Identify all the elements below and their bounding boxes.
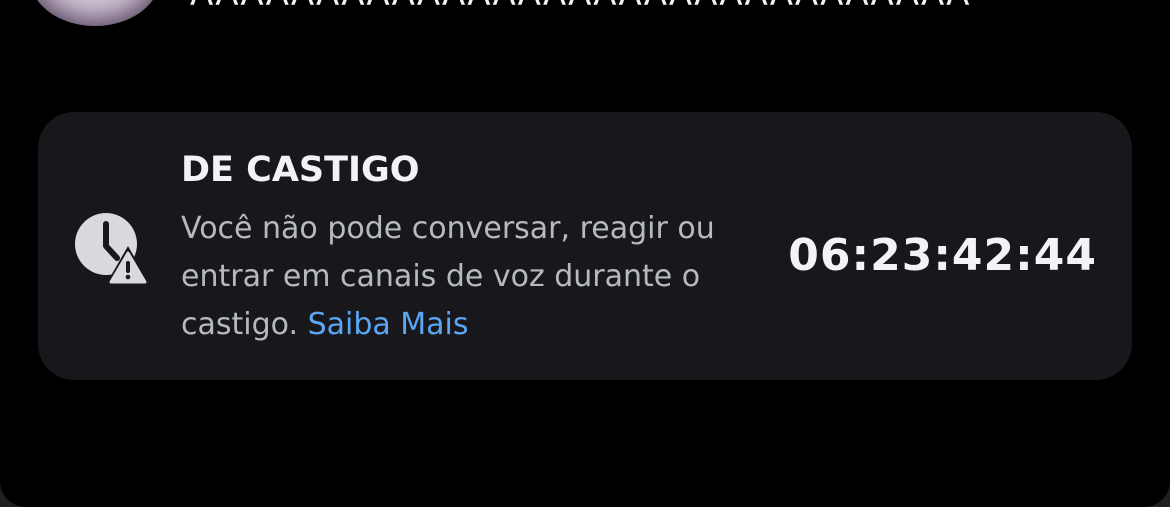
username-header: AAAAAAAAAAAAAAAAAAAAAAAAAAAAAAA	[190, 0, 970, 14]
learn-more-link[interactable]: Saiba Mais	[308, 307, 469, 342]
timeout-title: DE CASTIGO	[181, 150, 420, 190]
clock-warning-icon	[75, 213, 148, 286]
timeout-timer: 06:23:42:44	[788, 230, 1097, 281]
avatar[interactable]	[30, 0, 160, 26]
screen: AAAAAAAAAAAAAAAAAAAAAAAAAAAAAAA DE CASTI…	[0, 0, 1170, 507]
timeout-description: Você não pode conversar, reagir ou entra…	[181, 205, 761, 349]
